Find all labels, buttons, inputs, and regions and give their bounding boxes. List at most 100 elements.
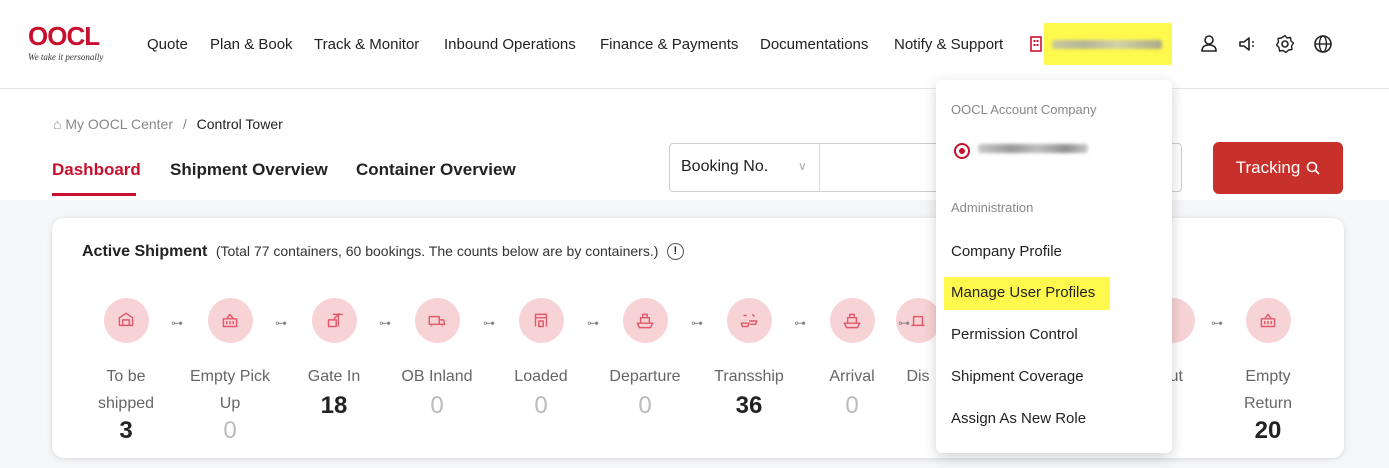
stage-label-line1: To be	[106, 368, 146, 385]
stage-label-line1: Empty Pick	[189, 368, 270, 385]
stage-connector-icon: ⊶	[379, 316, 391, 330]
stage-count[interactable]: 0	[491, 392, 591, 420]
stage-label-line2: Return	[1243, 395, 1293, 412]
stage-count[interactable]: 20	[1218, 417, 1318, 445]
stage-connector-icon: ⊶	[1211, 316, 1223, 330]
nav-documentations[interactable]: Documentations	[760, 36, 868, 53]
stage-3[interactable]: OB Inland 0	[387, 298, 487, 420]
stage-label: To be shipped	[76, 363, 176, 417]
chevron-down-icon[interactable]: ∨	[798, 159, 807, 173]
stage-label: Gate In	[284, 363, 384, 390]
account-dropdown-menu: OOCL Account Company Administration Comp…	[936, 80, 1172, 453]
stage-label-line2: Up	[219, 395, 241, 412]
nav-finance-payments[interactable]: Finance & Payments	[600, 36, 738, 53]
company-radio-selected[interactable]	[954, 143, 970, 159]
tab-dashboard[interactable]: Dashboard	[52, 160, 141, 180]
tracking-button[interactable]: Tracking	[1213, 142, 1343, 194]
search-icon	[1306, 161, 1320, 175]
stage-label: Transship	[699, 363, 799, 390]
crane-icon	[311, 298, 357, 343]
top-navigation-bar: OOCL We take it personally Quote Plan & …	[0, 0, 1389, 89]
stage-connector-icon: ⊶	[587, 316, 599, 330]
stage-connector-icon: ⊶	[691, 316, 703, 330]
logo-tagline: We take it personally	[28, 52, 104, 62]
menu-manage-user-profiles[interactable]: Manage User Profiles	[951, 284, 1095, 301]
empty-container-icon	[207, 298, 253, 343]
stage-connector-icon: ⊶	[171, 316, 183, 330]
stage-label: Loaded	[491, 363, 591, 390]
stage-label-line1: Departure	[609, 368, 681, 385]
empty-return-icon	[1245, 298, 1291, 343]
stage-1[interactable]: Empty Pick Up 0	[180, 298, 280, 445]
active-shipment-header: Active Shipment (Total 77 containers, 60…	[82, 243, 684, 261]
company-option-redacted[interactable]	[978, 144, 1088, 153]
stage-count[interactable]: 0	[180, 417, 280, 445]
active-tab-indicator	[52, 193, 136, 196]
stage-label: Departure	[595, 363, 695, 390]
account-company-selector[interactable]	[1030, 23, 1172, 65]
company-name-highlight	[1044, 23, 1172, 65]
stage-connector-icon: ⊶	[483, 316, 495, 330]
settings-icon[interactable]	[1275, 34, 1295, 54]
stage-label: OB Inland	[387, 363, 487, 390]
stage-count[interactable]: 0	[802, 392, 902, 420]
warehouse-icon	[103, 298, 149, 343]
breadcrumb-home[interactable]: My OOCL Center	[65, 116, 173, 132]
menu-shipment-coverage[interactable]: Shipment Coverage	[951, 368, 1084, 385]
building-icon	[1030, 36, 1042, 52]
nav-quote[interactable]: Quote	[147, 36, 188, 53]
search-type-select[interactable]: Booking No.	[681, 158, 768, 176]
globe-icon[interactable]	[1313, 34, 1333, 54]
nav-track-monitor[interactable]: Track & Monitor	[314, 36, 419, 53]
home-icon[interactable]: ⌂	[53, 116, 61, 132]
transship-icon	[726, 298, 772, 343]
tab-container-overview[interactable]: Container Overview	[356, 160, 516, 180]
stage-6[interactable]: Transship 36	[699, 298, 799, 420]
stage-label-line1: Loaded	[514, 368, 568, 385]
truck-icon	[414, 298, 460, 343]
menu-assign-as-new-role[interactable]: Assign As New Role	[951, 410, 1086, 427]
stage-label-line1: Empty	[1245, 368, 1291, 385]
oocl-logo[interactable]: OOCL We take it personally	[28, 22, 118, 64]
stage-2[interactable]: Gate In 18	[284, 298, 384, 420]
announcement-icon[interactable]	[1237, 34, 1257, 54]
menu-permission-control[interactable]: Permission Control	[951, 326, 1078, 343]
logo-wordmark: OOCL	[28, 21, 100, 51]
stage-label: Empty Pick Up	[180, 363, 280, 417]
stage-0[interactable]: To be shipped 3	[76, 298, 176, 445]
stage-count[interactable]: 0	[387, 392, 487, 420]
stage-10[interactable]: Empty Return 20	[1218, 298, 1318, 445]
stage-connector-icon: ⊶	[275, 316, 287, 330]
nav-notify-support[interactable]: Notify & Support	[894, 36, 1003, 53]
breadcrumb: ⌂ My OOCL Center / Control Tower	[53, 116, 283, 132]
stage-5[interactable]: Departure 0	[595, 298, 695, 420]
stage-connector-icon: ⊶	[794, 316, 806, 330]
breadcrumb-separator: /	[182, 116, 187, 132]
stage-4[interactable]: Loaded 0	[491, 298, 591, 420]
info-icon[interactable]: !	[666, 243, 684, 261]
stage-label-line1: Gate In	[307, 368, 361, 385]
company-name-redacted	[1052, 40, 1162, 49]
user-icon[interactable]	[1199, 34, 1219, 54]
dropdown-section-admin: Administration	[951, 200, 1034, 215]
active-shipment-title: Active Shipment	[82, 243, 208, 260]
nav-plan-book[interactable]: Plan & Book	[210, 36, 293, 53]
stage-count[interactable]: 0	[595, 392, 695, 420]
tab-shipment-overview[interactable]: Shipment Overview	[170, 160, 328, 180]
nav-inbound-operations[interactable]: Inbound Operations	[444, 36, 576, 53]
stage-label-line1: Transship	[714, 368, 784, 385]
stage-label: Empty Return	[1218, 363, 1318, 417]
active-shipment-subtitle: (Total 77 containers, 60 bookings. The c…	[215, 243, 659, 259]
menu-company-profile[interactable]: Company Profile	[951, 243, 1062, 260]
stage-count[interactable]: 36	[699, 392, 799, 420]
search-divider	[819, 144, 820, 191]
stage-label-line2: shipped	[97, 395, 155, 412]
stage-connector-icon: ⊶	[898, 316, 910, 330]
dropdown-section-company: OOCL Account Company	[951, 102, 1097, 117]
stage-label-line1: OB Inland	[401, 368, 473, 385]
breadcrumb-current: Control Tower	[196, 116, 283, 132]
tracking-button-label: Tracking	[1235, 158, 1301, 177]
stage-count[interactable]: 3	[76, 417, 176, 445]
stage-count[interactable]: 18	[284, 392, 384, 420]
port-crane-icon	[518, 298, 564, 343]
